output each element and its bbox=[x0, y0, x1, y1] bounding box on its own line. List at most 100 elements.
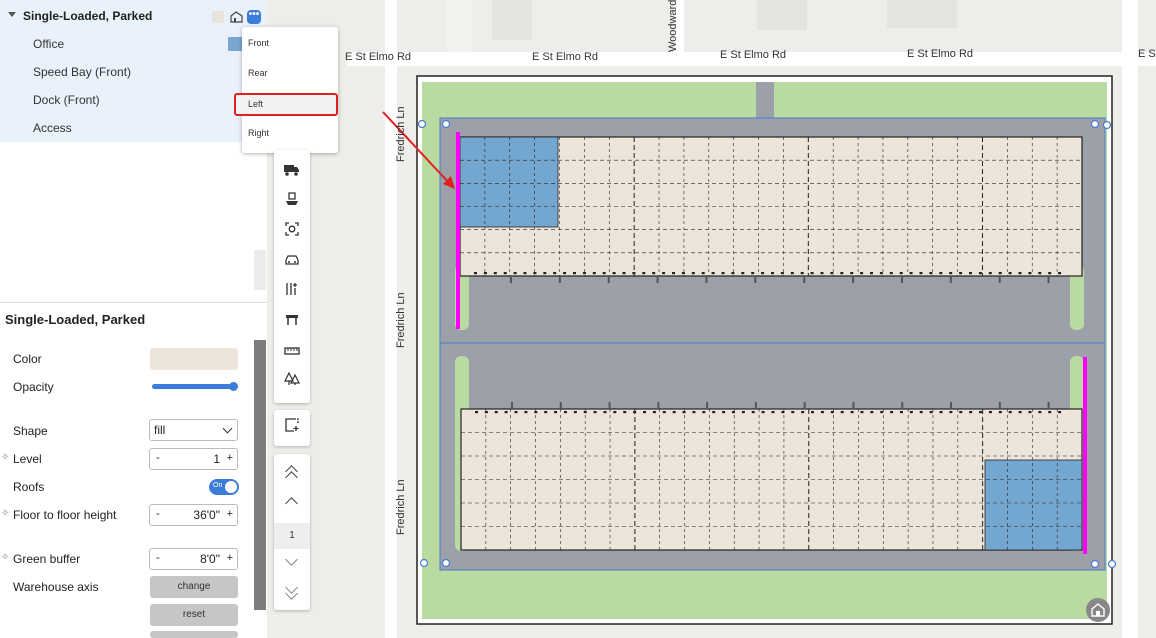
building-top[interactable] bbox=[459, 136, 1083, 283]
trees-icon[interactable] bbox=[282, 371, 302, 392]
car-icon[interactable] bbox=[282, 252, 302, 272]
floor-height-value[interactable]: 36'0" bbox=[193, 508, 220, 522]
home-icon[interactable] bbox=[1086, 598, 1110, 622]
dock-door bbox=[672, 272, 675, 275]
dock-door bbox=[840, 411, 844, 414]
dock-door bbox=[692, 411, 696, 414]
opacity-slider-handle[interactable] bbox=[229, 382, 238, 391]
dock-door bbox=[800, 272, 804, 275]
map-canvas[interactable]: E St Elmo Rd E St Elmo Rd E St Elmo Rd E… bbox=[267, 0, 1156, 638]
dock-door bbox=[592, 272, 596, 275]
reset-axis-button[interactable]: reset bbox=[150, 604, 238, 626]
panel-scrollbar-track[interactable] bbox=[254, 250, 266, 290]
table-icon[interactable] bbox=[282, 312, 302, 332]
dock-leveler bbox=[950, 402, 953, 408]
level-decrement-button[interactable]: - bbox=[156, 452, 160, 464]
level-stepper[interactable]: - 1 + bbox=[149, 448, 238, 470]
collapse-caret-icon[interactable] bbox=[8, 12, 16, 17]
panel-scrollbar-thumb[interactable] bbox=[254, 340, 266, 610]
color-picker[interactable] bbox=[150, 348, 238, 370]
vertex-handle[interactable] bbox=[1090, 119, 1100, 129]
green-buffer-label: Green buffer bbox=[13, 552, 81, 566]
green-buffer-increment-button[interactable]: + bbox=[227, 552, 233, 564]
color-swatch bbox=[212, 11, 224, 23]
dock-door bbox=[969, 272, 972, 275]
road-label-woodward: Woodward bbox=[667, 0, 679, 52]
sparkle-icon: ✧ bbox=[1, 508, 10, 519]
dock-leveler bbox=[608, 402, 611, 408]
green-buffer-decrement-button[interactable]: - bbox=[156, 552, 160, 564]
dock-door bbox=[612, 272, 616, 275]
vertex-handle[interactable] bbox=[1090, 559, 1100, 569]
dock-door bbox=[1028, 272, 1032, 275]
office-area bbox=[984, 459, 1083, 551]
floor-height-stepper[interactable]: - 36'0" + bbox=[149, 504, 238, 526]
dock-door bbox=[939, 411, 943, 414]
dock-door bbox=[860, 272, 864, 275]
columns-icon[interactable] bbox=[282, 282, 302, 302]
dock-door bbox=[781, 411, 785, 414]
dock-door bbox=[493, 272, 497, 275]
dock-door bbox=[593, 411, 597, 414]
floor-height-increment-button[interactable]: + bbox=[227, 508, 233, 520]
ruler-icon[interactable] bbox=[282, 342, 302, 362]
tree-item-office[interactable]: Office bbox=[33, 37, 64, 51]
more-options-button[interactable]: ••• bbox=[247, 10, 261, 24]
dock-door bbox=[761, 411, 765, 414]
dock-door bbox=[751, 272, 755, 275]
chevron-down-icon[interactable] bbox=[285, 553, 298, 566]
dock-door bbox=[582, 272, 586, 275]
dock-door bbox=[691, 272, 695, 275]
menu-item-front[interactable]: Front bbox=[248, 38, 269, 48]
truck-icon[interactable] bbox=[282, 162, 302, 182]
menu-item-rear[interactable]: Rear bbox=[248, 68, 268, 78]
tree-item-dock[interactable]: Dock (Front) bbox=[33, 93, 100, 107]
change-axis-button[interactable]: change bbox=[150, 576, 238, 598]
tree-item-access[interactable]: Access bbox=[33, 121, 72, 135]
dock-door bbox=[702, 411, 706, 414]
vertex-handle[interactable] bbox=[1102, 120, 1112, 130]
dock-door bbox=[741, 411, 745, 414]
dock-door bbox=[712, 411, 716, 414]
tree-item-parent[interactable]: Single-Loaded, Parked ••• bbox=[0, 2, 267, 30]
chevron-up-icon[interactable] bbox=[285, 497, 298, 510]
sparkle-icon: ✧ bbox=[1, 552, 10, 563]
properties-divider bbox=[0, 302, 267, 303]
vertex-handle[interactable] bbox=[1107, 559, 1117, 569]
dock-icon[interactable] bbox=[282, 192, 302, 212]
menu-item-left[interactable]: Left bbox=[234, 93, 338, 116]
vertex-handle[interactable] bbox=[419, 558, 429, 568]
dock-door bbox=[633, 411, 637, 414]
level-increment-button[interactable]: + bbox=[227, 452, 233, 464]
opacity-slider[interactable] bbox=[152, 384, 236, 389]
current-level: 1 bbox=[274, 523, 310, 549]
shape-select[interactable]: fill bbox=[149, 419, 238, 441]
vertex-handle[interactable] bbox=[417, 119, 427, 129]
floor-height-decrement-button[interactable]: - bbox=[156, 508, 160, 520]
menu-item-right[interactable]: Right bbox=[248, 128, 269, 138]
dock-leveler bbox=[900, 277, 903, 283]
dock-door bbox=[533, 272, 537, 275]
tree-item-speed-bay[interactable]: Speed Bay (Front) bbox=[33, 65, 131, 79]
dock-door bbox=[879, 272, 883, 275]
building-bottom[interactable] bbox=[460, 402, 1083, 551]
green-buffer-value[interactable]: 8'0" bbox=[200, 552, 220, 566]
vertex-handle[interactable] bbox=[441, 119, 451, 129]
toggle-knob bbox=[225, 481, 237, 493]
dock-leveler bbox=[803, 277, 806, 283]
dock-door bbox=[603, 411, 607, 414]
dock-door bbox=[553, 272, 557, 275]
vertex-handle[interactable] bbox=[441, 558, 451, 568]
level-value[interactable]: 1 bbox=[213, 452, 220, 466]
dock-door bbox=[513, 272, 517, 275]
roofs-toggle[interactable]: On bbox=[209, 479, 239, 495]
dock-door bbox=[672, 411, 676, 414]
layer-tree: Single-Loaded, Parked ••• Office Speed B… bbox=[0, 0, 267, 142]
green-buffer-stepper[interactable]: - 8'0" + bbox=[149, 548, 238, 570]
dock-leveler bbox=[998, 277, 1001, 283]
dock-door bbox=[483, 272, 487, 275]
add-shape-icon[interactable] bbox=[282, 418, 302, 438]
extra-button-partial[interactable] bbox=[150, 631, 238, 638]
scan-icon[interactable] bbox=[282, 222, 302, 242]
building-icon[interactable] bbox=[230, 10, 243, 23]
